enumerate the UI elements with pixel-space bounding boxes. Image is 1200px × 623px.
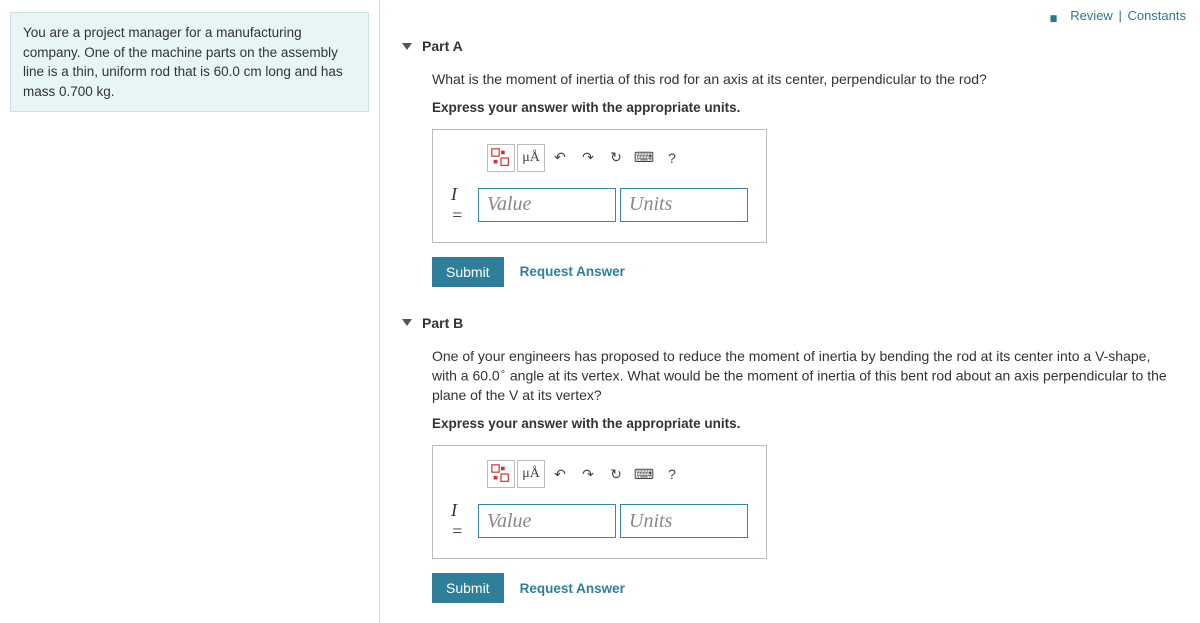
units-button[interactable]: μÅ [517,460,545,488]
variable-label: I = [451,184,472,226]
undo-button[interactable]: ↶ [547,144,573,172]
part-b: Part B One of your engineers has propose… [402,315,1178,603]
review-icon [1050,9,1064,24]
part-b-input-row: I = [451,500,748,542]
caret-down-icon [402,319,412,326]
part-a-input-row: I = [451,184,748,226]
part-b-toolbar: μÅ ↶ ↷ ↻ ⌨ ? [487,460,748,488]
reset-button[interactable]: ↻ [603,144,629,172]
part-a-title: Part A [422,38,463,54]
redo-button[interactable]: ↷ [575,460,601,488]
redo-button[interactable]: ↷ [575,144,601,172]
keyboard-button[interactable]: ⌨ [631,460,657,488]
part-b-instruction: Express your answer with the appropriate… [432,416,1178,431]
link-separator: | [1118,8,1121,23]
constants-link[interactable]: Constants [1127,8,1186,23]
problem-statement: You are a project manager for a manufact… [10,12,369,112]
undo-button[interactable]: ↶ [547,460,573,488]
templates-icon [490,463,512,485]
templates-icon [490,147,512,169]
part-b-units-input[interactable] [620,504,748,538]
templates-button[interactable] [487,460,515,488]
part-b-submit-button[interactable]: Submit [432,573,504,603]
keyboard-button[interactable]: ⌨ [631,144,657,172]
part-a-actions: Submit Request Answer [432,257,1178,287]
part-a-request-answer-link[interactable]: Request Answer [520,264,625,279]
part-b-actions: Submit Request Answer [432,573,1178,603]
part-b-answer-box: μÅ ↶ ↷ ↻ ⌨ ? I = [432,445,767,559]
variable-label: I = [451,500,472,542]
part-a-instruction: Express your answer with the appropriate… [432,100,1178,115]
help-button[interactable]: ? [659,144,685,172]
caret-down-icon [402,43,412,50]
part-b-value-input[interactable] [478,504,616,538]
part-a-question: What is the moment of inertia of this ro… [432,70,1178,90]
part-b-request-answer-link[interactable]: Request Answer [520,581,625,596]
part-a-units-input[interactable] [620,188,748,222]
part-a: Part A What is the moment of inertia of … [402,38,1178,287]
part-a-value-input[interactable] [478,188,616,222]
part-a-toolbar: μÅ ↶ ↷ ↻ ⌨ ? [487,144,748,172]
problem-sidebar: You are a project manager for a manufact… [0,0,380,623]
top-links: Review | Constants [1050,8,1186,24]
part-b-title: Part B [422,315,463,331]
main-content: Review | Constants Part A What is the mo… [380,0,1200,623]
help-button[interactable]: ? [659,460,685,488]
part-a-answer-box: μÅ ↶ ↷ ↻ ⌨ ? I = [432,129,767,243]
part-a-header[interactable]: Part A [402,38,1178,54]
part-a-submit-button[interactable]: Submit [432,257,504,287]
part-b-q-post: angle at its vertex. What would be the m… [432,368,1167,404]
reset-button[interactable]: ↻ [603,460,629,488]
review-link[interactable]: Review [1070,8,1113,23]
templates-button[interactable] [487,144,515,172]
units-button[interactable]: μÅ [517,144,545,172]
part-b-question: One of your engineers has proposed to re… [432,347,1178,406]
part-b-header[interactable]: Part B [402,315,1178,331]
